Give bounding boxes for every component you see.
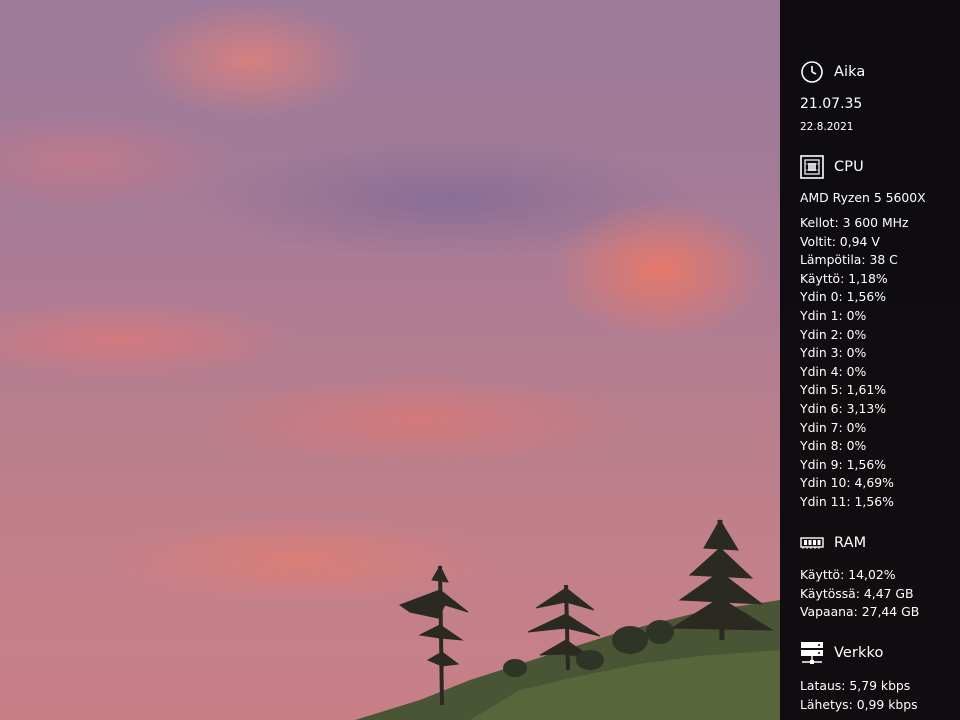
network-stat-upload: Lähetys: 0,99 kbps	[800, 696, 918, 712]
cpu-core-10: Ydin 10: 4,69%	[800, 475, 894, 491]
cpu-stats-list: Kellot: 3 600 MHz Voltit: 0,94 V Lämpöti…	[800, 215, 909, 513]
cpu-core-7: Ydin 7: 0%	[800, 419, 867, 435]
cpu-core-2: Ydin 2: 0%	[800, 326, 867, 342]
ram-stat-used: Käytössä: 4,47 GB	[800, 585, 914, 601]
cpu-chip-icon	[800, 155, 824, 179]
cpu-section-header: CPU	[800, 154, 864, 180]
ram-stat-usage: Käyttö: 14,02%	[800, 567, 896, 582]
ram-title: RAM	[834, 535, 867, 551]
network-title: Verkko	[834, 645, 884, 661]
ram-stat-free: Vapaana: 27,44 GB	[800, 604, 920, 620]
ram-stats-list: Käyttö: 14,02% Käytössä: 4,47 GB Vapaana…	[800, 567, 919, 623]
cpu-stat-voltage: Voltit: 0,94 V	[800, 233, 880, 249]
clock-date: 22.8.2021	[800, 121, 854, 133]
cpu-core-4: Ydin 4: 0%	[800, 363, 867, 379]
cpu-core-1: Ydin 1: 0%	[800, 307, 867, 323]
clock-icon	[800, 60, 824, 84]
cpu-core-0: Ydin 0: 1,56%	[800, 289, 887, 305]
ram-section-header: RAM	[800, 530, 866, 556]
cpu-model: AMD Ryzen 5 5600X	[800, 190, 926, 205]
network-stat-download: Lataus: 5,79 kbps	[800, 678, 911, 693]
cpu-core-11: Ydin 11: 1,56%	[800, 493, 894, 509]
cpu-core-6: Ydin 6: 3,13%	[800, 400, 887, 416]
cpu-core-5: Ydin 5: 1,61%	[800, 382, 887, 398]
cpu-title: CPU	[834, 159, 864, 175]
network-section-header: Verkko	[800, 640, 883, 666]
network-stats-list: Lataus: 5,79 kbps Lähetys: 0,99 kbps	[800, 678, 918, 715]
cpu-core-3: Ydin 3: 0%	[800, 345, 867, 361]
clock-section-header: Aika	[800, 59, 865, 85]
cpu-core-8: Ydin 8: 0%	[800, 438, 867, 454]
cpu-stat-clock: Kellot: 3 600 MHz	[800, 215, 909, 230]
system-monitor-sidebar: Aika 21.07.35 22.8.2021 CPU AMD Ryzen 5 …	[780, 0, 960, 720]
network-icon	[800, 641, 824, 665]
cpu-stat-temperature: Lämpötila: 38 C	[800, 252, 898, 268]
clock-title: Aika	[834, 64, 866, 80]
clock-time: 21.07.35	[800, 96, 863, 112]
cpu-core-9: Ydin 9: 1,56%	[800, 456, 887, 472]
memory-module-icon	[800, 531, 824, 555]
cpu-stat-usage: Käyttö: 1,18%	[800, 270, 888, 286]
